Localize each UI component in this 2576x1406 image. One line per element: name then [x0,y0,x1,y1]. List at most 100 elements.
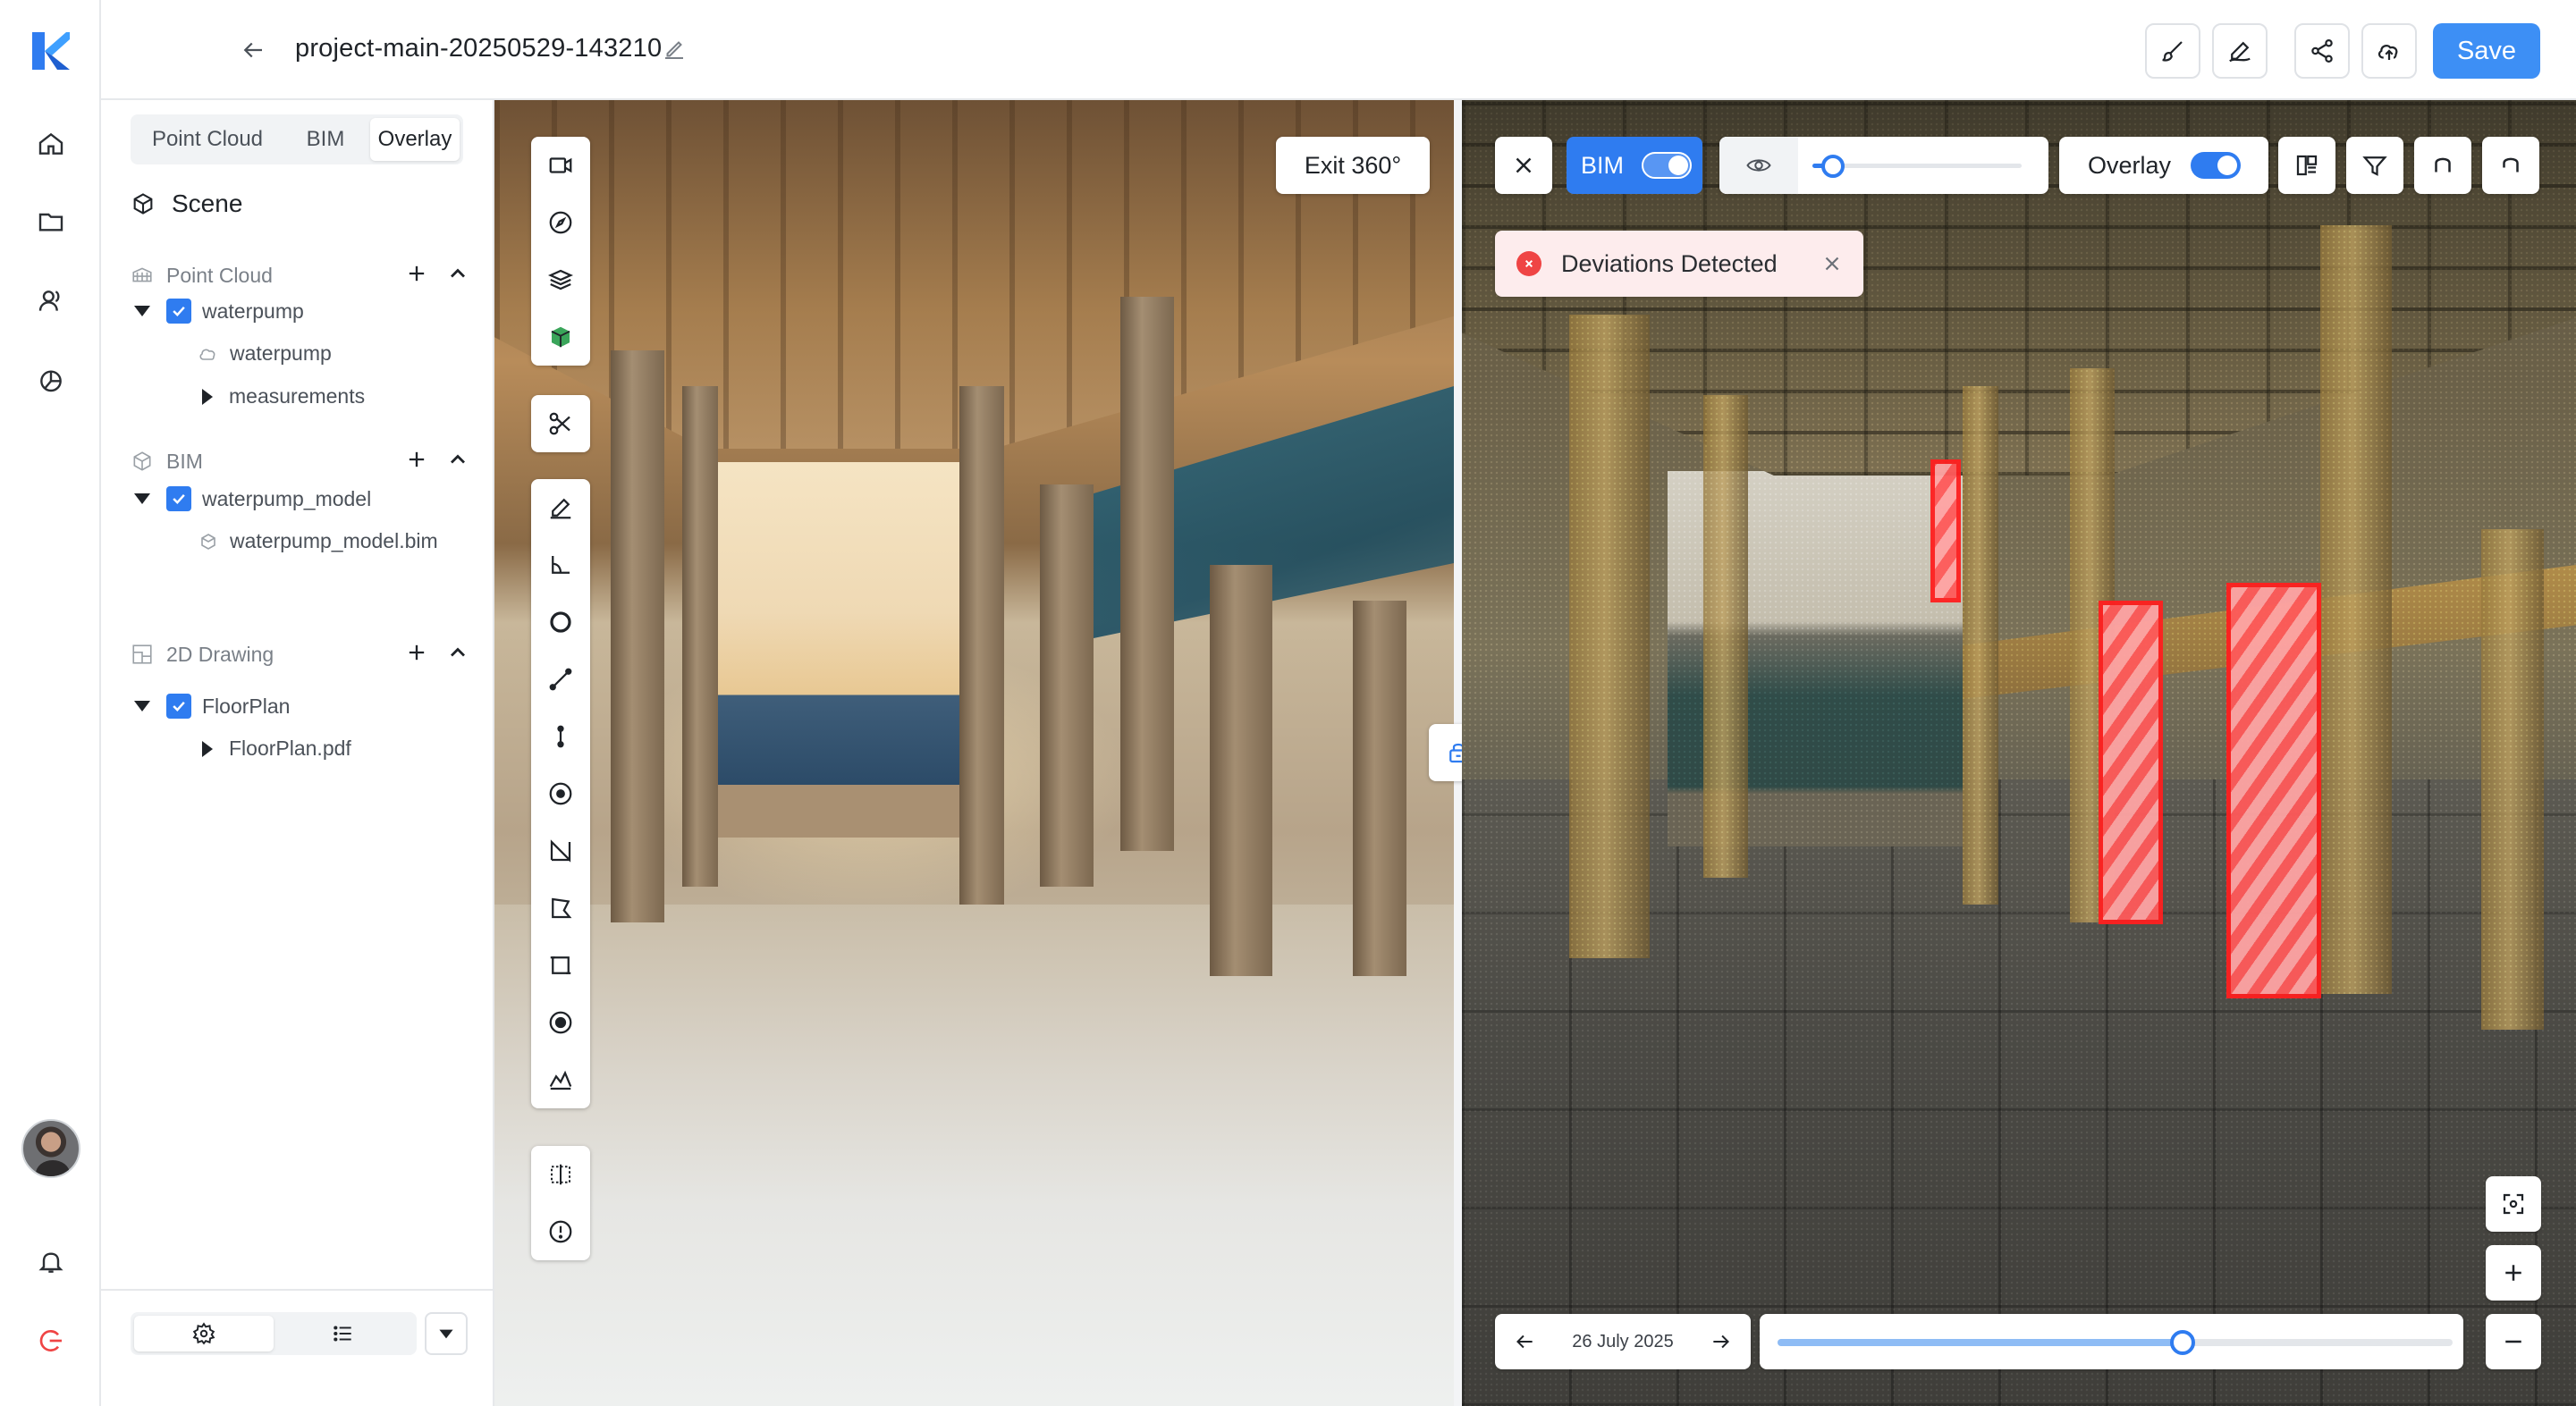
checkbox-checked[interactable] [166,486,191,511]
cloud-upload-icon[interactable] [2361,23,2417,79]
list-icon[interactable] [274,1316,413,1351]
chevron-up-icon[interactable] [445,640,470,665]
photo-column [1210,565,1272,976]
pen-icon[interactable] [531,479,590,536]
scene-title: Scene [172,189,243,217]
layers-icon[interactable] [531,251,590,308]
scissors-icon[interactable] [531,395,590,452]
bim-toggle[interactable]: BIM [1567,137,1702,194]
error-icon [1516,251,1541,276]
tab-point-cloud[interactable]: Point Cloud [134,118,281,161]
radius-icon[interactable] [531,994,590,1051]
section-bim[interactable]: BIM [131,443,470,479]
user-avatar[interactable] [21,1119,80,1178]
info-icon[interactable] [531,1203,590,1260]
caret-down-icon[interactable] [134,701,150,711]
settings-icon[interactable] [134,1316,274,1351]
date-navigator: 26 July 2025 [1495,1314,1751,1369]
back-arrow-icon[interactable] [235,32,271,68]
app-logo[interactable] [30,30,72,72]
tree-item-floorplan-pdf[interactable]: FloorPlan.pdf [202,737,351,761]
footer-tabs [131,1312,417,1355]
footer-dropdown-button[interactable] [425,1312,468,1355]
logout-icon[interactable] [26,1316,76,1366]
checkbox-checked[interactable] [166,694,191,719]
opacity-slider-thumb[interactable] [1821,155,1845,178]
tree-item-waterpump-cloud[interactable]: waterpump [198,341,332,366]
overlay-toggle[interactable]: Overlay [2059,137,2268,194]
caret-right-icon[interactable] [202,388,213,405]
tree-item-measurements[interactable]: measurements [202,384,365,408]
close-icon [1516,157,1532,173]
overlay-toggle-label: Overlay [2088,151,2172,179]
arrow-right-icon[interactable] [1710,1330,1733,1353]
circle-icon[interactable] [531,594,590,651]
users-icon[interactable] [26,276,76,326]
markup-pen-icon[interactable] [2212,23,2268,79]
fit-view-button[interactable] [2486,1176,2541,1232]
bell-icon[interactable] [26,1237,76,1287]
cube-icon[interactable] [531,308,590,366]
tree-item-waterpump-model[interactable]: waterpump_model [134,486,371,511]
share-icon[interactable] [2294,23,2350,79]
timeline-slider-thumb[interactable] [2170,1330,2195,1355]
home-icon[interactable] [26,119,76,169]
add-icon[interactable] [404,447,429,472]
edit-title-icon[interactable] [661,36,688,63]
photo-360-view[interactable] [494,100,1454,1406]
redo-button[interactable] [2482,137,2539,194]
eye-icon[interactable] [1719,137,1798,194]
opacity-slider[interactable] [1812,155,2022,178]
exit-360-button[interactable]: Exit 360° [1276,137,1430,194]
section-point-cloud[interactable]: Point Cloud [131,257,470,293]
tree-item-floorplan[interactable]: FloorPlan [134,694,290,719]
angle-icon[interactable] [531,536,590,594]
camera-icon[interactable] [531,137,590,194]
deviation-marker[interactable] [1930,459,1961,602]
save-button[interactable]: Save [2433,23,2540,79]
zoom-in-button[interactable] [2486,1245,2541,1301]
deviation-marker[interactable] [2099,601,2163,924]
section-label: BIM [166,449,203,473]
north-icon[interactable] [531,822,590,880]
tree-item-waterpump[interactable]: waterpump [134,299,304,324]
cube-outline-icon [133,193,153,215]
checkbox-checked[interactable] [166,299,191,324]
compass-icon[interactable] [531,194,590,251]
tab-bim[interactable]: BIM [281,118,370,161]
analytics-icon[interactable] [26,355,76,405]
brush-icon[interactable] [2145,23,2200,79]
bim-switch[interactable] [1642,152,1693,179]
filter-button[interactable] [2346,137,2403,194]
add-icon[interactable] [404,261,429,286]
close-icon[interactable] [1820,252,1844,275]
chevron-up-icon[interactable] [445,261,470,286]
caret-right-icon[interactable] [202,740,213,757]
section-2d-drawing[interactable]: 2D Drawing [131,636,470,672]
point-icon[interactable] [531,708,590,765]
layout-button[interactable] [2278,137,2335,194]
tab-overlay[interactable]: Overlay [370,118,460,161]
undo-button[interactable] [2414,137,2471,194]
caret-down-icon[interactable] [134,306,150,316]
close-overlay-button[interactable] [1495,137,1552,194]
bim-file-icon [201,533,215,550]
add-icon[interactable] [404,640,429,665]
chevron-up-icon[interactable] [445,447,470,472]
polygon-icon[interactable] [531,880,590,937]
overlay-switch[interactable] [2191,152,2242,179]
split-icon[interactable] [531,1146,590,1203]
photo-column [682,386,718,887]
deviation-marker[interactable] [2226,583,2321,998]
arrow-left-icon[interactable] [1513,1330,1536,1353]
area-icon[interactable] [531,937,590,994]
timeline-slider[interactable] [1778,1330,2453,1355]
profile-icon[interactable] [531,1051,590,1108]
folder-icon[interactable] [26,197,76,247]
zoom-out-button[interactable] [2486,1314,2541,1369]
tree-item-bim-file[interactable]: waterpump_model.bim [198,529,438,553]
line-icon[interactable] [531,651,590,708]
caret-down-icon[interactable] [134,493,150,504]
target-icon[interactable] [531,765,590,822]
section-label: 2D Drawing [166,642,274,666]
